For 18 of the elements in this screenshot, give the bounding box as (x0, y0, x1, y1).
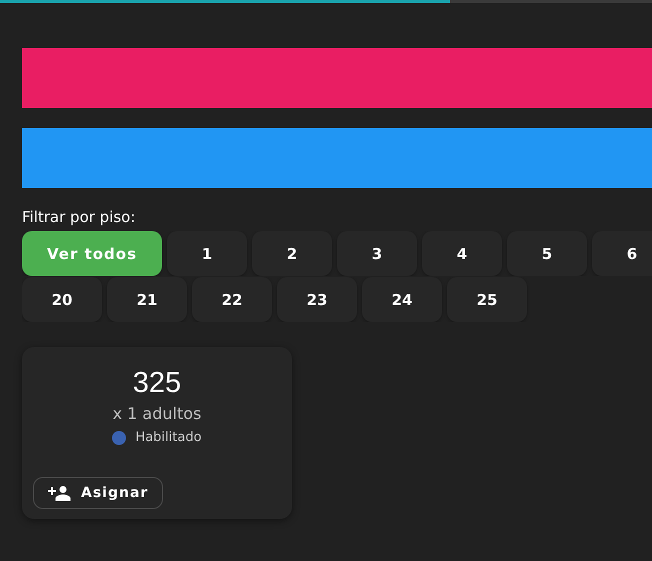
floor-button[interactable]: 23 (277, 277, 357, 322)
floor-button[interactable]: 24 (362, 277, 442, 322)
floor-button[interactable]: 4 (422, 231, 502, 276)
assign-button[interactable]: Asignar (33, 477, 164, 509)
floor-button[interactable]: 3 (337, 231, 417, 276)
filter-label: Filtrar por piso: (22, 208, 136, 226)
status-text: Habilitado (135, 430, 202, 445)
room-number: 325 (132, 367, 182, 400)
floor-button[interactable]: 20 (22, 277, 102, 322)
floor-button[interactable]: 22 (192, 277, 272, 322)
floor-button[interactable]: 1 (167, 231, 247, 276)
occupancy-text: x 1 adultos (112, 404, 202, 423)
floor-button[interactable]: 5 (507, 231, 587, 276)
floor-button[interactable]: 21 (107, 277, 187, 322)
floor-button[interactable]: 25 (447, 277, 527, 322)
floor-button[interactable]: 6 (592, 231, 652, 276)
add-person-icon (48, 485, 72, 501)
floor-button[interactable]: 2 (252, 231, 332, 276)
